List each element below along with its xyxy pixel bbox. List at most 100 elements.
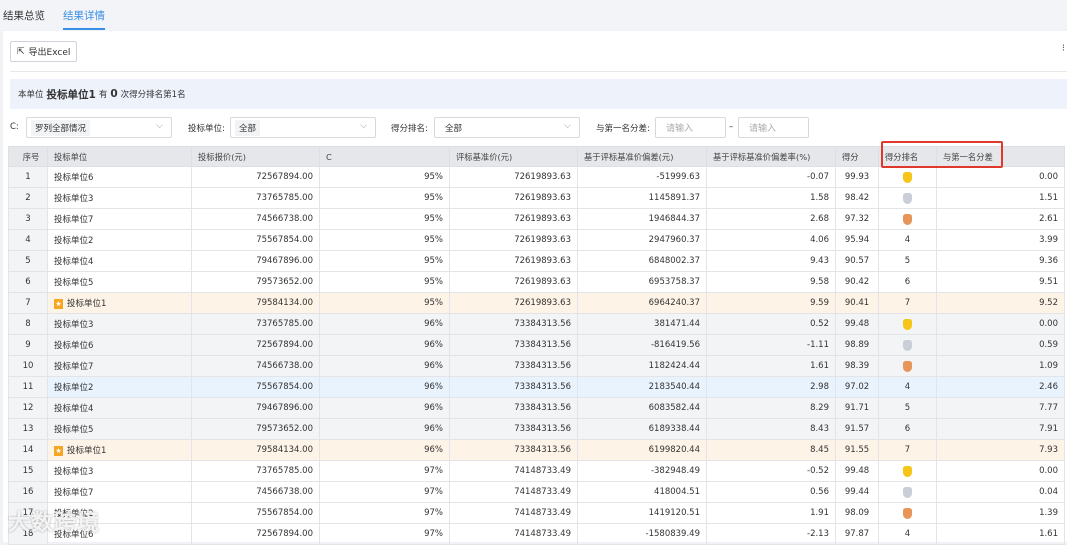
- bid-price-text: 79584134.00: [256, 445, 313, 455]
- table-row[interactable]: 9 投标单位6 72567894.00 96% 73384313.56 -816419.5…: [8, 334, 1065, 356]
- diff-to-first-text: 0.00: [1039, 466, 1058, 476]
- table-row[interactable]: 10 投标单位7 74566738.00 96% 73384313.56 1182424.…: [8, 355, 1065, 377]
- table-header: 序号 投标单位 投标报价(元) C 评标基准价(元) 基于评标基准价偏差(元) 基于评标基准…: [8, 146, 1065, 167]
- cell-unit: 投标单位3: [47, 187, 192, 209]
- seq-text: 2: [25, 193, 31, 203]
- cell-c-value: 95%: [319, 271, 450, 293]
- cell-diff-to-first: 7.91: [936, 418, 1065, 440]
- table-row[interactable]: 5 投标单位4 79467896.00 95% 72619893.63 6848002.3…: [8, 250, 1065, 272]
- cell-base-price: 72619893.63: [449, 229, 578, 251]
- bid-price-text: 79467896.00: [256, 256, 313, 266]
- cell-diff-to-first: 9.52: [936, 292, 1065, 314]
- column-header: 得分排名: [878, 146, 937, 167]
- table-row[interactable]: 13 投标单位5 79573652.00 96% 73384313.56 6189338.…: [8, 418, 1065, 440]
- rank-filter-select[interactable]: 全部 ⌵: [434, 117, 580, 138]
- score-text: 98.09: [844, 508, 870, 518]
- cell-deviation-rate: -1.11: [706, 334, 836, 356]
- cell-score: 90.41: [835, 292, 879, 314]
- bid-price-text: 74566738.00: [256, 214, 313, 224]
- seq-text: 8: [25, 319, 31, 329]
- cell-score: 98.09: [835, 502, 879, 524]
- seq-text: 12: [22, 403, 34, 413]
- diff-from-input[interactable]: 请输入: [655, 117, 726, 138]
- table-row[interactable]: 1 投标单位6 72567894.00 95% 72619893.63 -51999.63…: [8, 166, 1065, 188]
- diff-to-input[interactable]: 请输入: [738, 117, 809, 138]
- c-value-text: 95%: [424, 277, 443, 287]
- cell-base-price: 74148733.49: [449, 523, 578, 545]
- rank-3-medal-icon: [903, 507, 912, 519]
- cell-bid-price: 79584134.00: [191, 439, 320, 461]
- table-row[interactable]: 4 投标单位2 75567854.00 95% 72619893.63 2947960.3…: [8, 229, 1065, 251]
- seq-text: 13: [22, 424, 34, 434]
- c-value-text: 96%: [424, 382, 443, 392]
- deviation-text: 418004.51: [654, 487, 700, 497]
- cell-base-price: 72619893.63: [449, 166, 578, 188]
- cell-seq: 16: [8, 481, 48, 503]
- deviation-text: 6083582.44: [648, 403, 700, 413]
- c-filter-label: C:: [10, 122, 19, 132]
- table-row[interactable]: 12 投标单位4 79467896.00 96% 73384313.56 6083582.…: [8, 397, 1065, 419]
- cell-base-price: 73384313.56: [449, 439, 578, 461]
- diff-to-first-text: 1.39: [1039, 508, 1058, 518]
- bid-price-text: 73765785.00: [256, 319, 313, 329]
- deviation-text: 6964240.37: [648, 298, 700, 308]
- deviation-text: 1946844.37: [648, 214, 700, 224]
- seq-text: 10: [22, 361, 34, 371]
- cell-score: 90.42: [835, 271, 879, 293]
- unit-filter-select[interactable]: 全部 ⌵: [230, 117, 376, 138]
- table-row[interactable]: 6 投标单位5 79573652.00 95% 72619893.63 6953758.3…: [8, 271, 1065, 293]
- table-row[interactable]: 8 投标单位3 73765785.00 96% 73384313.56 381471.44…: [8, 313, 1065, 335]
- column-header: 得分: [835, 146, 879, 167]
- deviation-text: 1419120.51: [648, 508, 700, 518]
- cell-score: 99.93: [835, 166, 879, 188]
- cell-deviation-rate: 4.06: [706, 229, 836, 251]
- rank-text: 5: [904, 256, 911, 266]
- unit-text: 投标单位3: [54, 194, 94, 204]
- table-row[interactable]: 17 投标单位2 75567854.00 97% 74148733.49 1419120.…: [8, 502, 1065, 524]
- table-row[interactable]: 14 ★ 投标单位1 79584134.00 96% 73384313.56 6199820…: [8, 439, 1065, 461]
- table-row[interactable]: 7 ★ 投标单位1 79584134.00 95% 72619893.63 6964240.…: [8, 292, 1065, 314]
- c-filter-select[interactable]: 罗列全部情况 ⌵: [26, 117, 172, 138]
- table-row[interactable]: 16 投标单位7 74566738.00 97% 74148733.49 418004.5…: [8, 481, 1065, 503]
- table-row[interactable]: 11 投标单位2 75567854.00 96% 73384313.56 2183540.…: [8, 376, 1065, 398]
- deviation-text: -51999.63: [656, 172, 700, 182]
- tab-result-details[interactable]: 结果详情: [63, 8, 105, 30]
- base-price-text: 73384313.56: [514, 319, 571, 329]
- column-header: 投标单位: [47, 146, 192, 167]
- export-label: 导出Excel: [28, 48, 71, 58]
- c-value-text: 96%: [424, 424, 443, 434]
- own-unit-star-icon: ★: [54, 298, 63, 309]
- cell-bid-price: 73765785.00: [191, 187, 320, 209]
- deviation-rate-text: -1.11: [807, 340, 829, 350]
- cell-deviation: -816419.56: [577, 334, 707, 356]
- table-row[interactable]: 18 投标单位6 72567894.00 97% 74148733.49 -1580839…: [8, 523, 1065, 545]
- export-excel-button[interactable]: ⇱ 导出Excel: [10, 41, 78, 62]
- cell-bid-price: 75567854.00: [191, 502, 320, 524]
- score-text: 99.48: [844, 466, 870, 476]
- cell-score: 91.55: [835, 439, 879, 461]
- score-text: 97.32: [844, 214, 870, 224]
- cell-rank: [878, 460, 937, 482]
- tab-result-overview[interactable]: 结果总览: [3, 8, 45, 30]
- cell-rank: 5: [878, 397, 937, 419]
- cell-score: 99.44: [835, 481, 879, 503]
- cell-deviation: 2947960.37: [577, 229, 707, 251]
- cell-deviation: -382948.49: [577, 460, 707, 482]
- table-row[interactable]: 3 投标单位7 74566738.00 95% 72619893.63 1946844.3…: [8, 208, 1065, 230]
- diff-filter-label: 与第一名分差:: [596, 124, 650, 134]
- deviation-rate-text: 2.68: [810, 214, 829, 224]
- cell-diff-to-first: 2.46: [936, 376, 1065, 398]
- base-price-text: 73384313.56: [514, 361, 571, 371]
- deviation-text: 1145891.37: [648, 193, 700, 203]
- table-row[interactable]: 15 投标单位3 73765785.00 97% 74148733.49 -382948.…: [8, 460, 1065, 482]
- score-text: 90.41: [844, 298, 870, 308]
- deviation-rate-text: 8.45: [810, 445, 829, 455]
- bid-price-text: 79584134.00: [256, 298, 313, 308]
- more-icon[interactable]: ⁝: [1062, 43, 1065, 54]
- cell-rank: [878, 208, 937, 230]
- cell-diff-to-first: 9.36: [936, 250, 1065, 272]
- c-value-text: 95%: [424, 256, 443, 266]
- table-row[interactable]: 2 投标单位3 73765785.00 95% 72619893.63 1145891.3…: [8, 187, 1065, 209]
- diff-to-first-text: 1.09: [1039, 361, 1058, 371]
- cell-diff-to-first: 1.61: [936, 523, 1065, 545]
